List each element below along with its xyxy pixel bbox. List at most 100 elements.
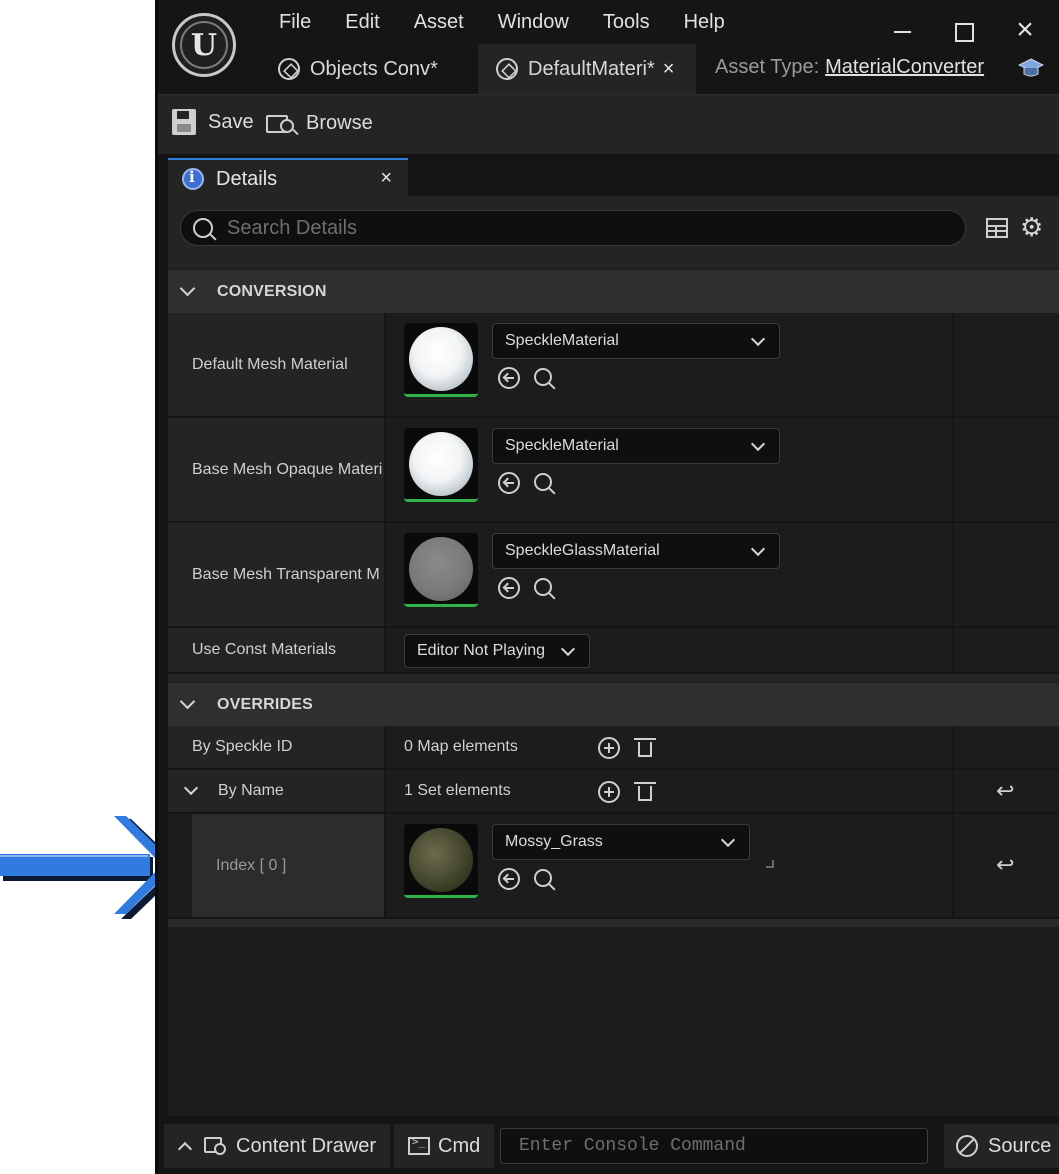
asset-type-label: Asset Type: MaterialConverter bbox=[715, 56, 985, 78]
property-name: Default Mesh Material bbox=[168, 313, 384, 416]
menu-tools[interactable]: Tools bbox=[586, 10, 667, 34]
tab-objects-converter[interactable]: Objects Conv * bbox=[272, 44, 477, 94]
maximize-button[interactable] bbox=[948, 16, 978, 46]
add-element-icon[interactable] bbox=[598, 781, 620, 803]
browse-to-asset-icon[interactable] bbox=[534, 368, 554, 388]
title-bar: U File Edit Asset Window Tools Help × Ob… bbox=[158, 0, 1059, 94]
property-row-by-speckle-id: By Speckle ID 0 Map elements bbox=[168, 726, 1059, 770]
use-selected-icon[interactable] bbox=[498, 472, 520, 494]
material-thumbnail[interactable] bbox=[404, 428, 478, 502]
material-combo[interactable]: Mossy_Grass bbox=[492, 824, 750, 860]
graduation-cap-icon[interactable] bbox=[1018, 56, 1044, 80]
trash-icon[interactable] bbox=[634, 780, 656, 802]
terminal-icon bbox=[408, 1135, 430, 1155]
menu-window[interactable]: Window bbox=[481, 10, 586, 34]
browse-button[interactable]: Browse bbox=[266, 109, 373, 137]
empty-area bbox=[168, 927, 1059, 1116]
menu-asset[interactable]: Asset bbox=[397, 10, 481, 34]
tab-default-material[interactable]: DefaultMateri * × bbox=[478, 44, 696, 94]
section-overrides[interactable]: OVERRIDES bbox=[168, 682, 1059, 726]
asset-type-link[interactable]: MaterialConverter bbox=[825, 56, 984, 78]
chevron-up-icon bbox=[177, 1141, 193, 1157]
property-name: By Speckle ID bbox=[168, 726, 384, 768]
tab-details[interactable]: Details × bbox=[168, 158, 408, 198]
property-name: Index [ 0 ] bbox=[192, 814, 384, 917]
info-icon bbox=[182, 168, 204, 190]
reset-to-default-icon[interactable]: ↩ bbox=[996, 852, 1014, 878]
details-tab-bar: Details × bbox=[158, 154, 1059, 198]
console-command-input[interactable]: Enter Console Command bbox=[500, 1128, 928, 1164]
element-count: 1 Set elements bbox=[404, 782, 511, 799]
chevron-down-icon bbox=[179, 693, 196, 710]
add-element-icon[interactable] bbox=[598, 737, 620, 759]
tab-label: DefaultMateri bbox=[528, 57, 647, 80]
annotation-arrow-icon bbox=[0, 816, 180, 919]
chevron-down-icon bbox=[183, 780, 199, 796]
table-view-icon[interactable] bbox=[986, 218, 1008, 238]
use-selected-icon[interactable] bbox=[498, 367, 520, 389]
menu-file[interactable]: File bbox=[262, 10, 328, 34]
gear-icon[interactable]: ⚙ bbox=[1020, 214, 1043, 240]
property-row-index-0: Index [ 0 ] Mossy_Grass ↩ bbox=[168, 814, 1059, 919]
trash-icon[interactable] bbox=[634, 736, 656, 758]
property-row-by-name: By Name 1 Set elements ↩ bbox=[168, 770, 1059, 814]
menu-help[interactable]: Help bbox=[667, 10, 742, 34]
section-conversion[interactable]: CONVERSION bbox=[168, 269, 1059, 313]
close-details-icon[interactable]: × bbox=[380, 167, 392, 190]
cmd-button[interactable]: Cmd bbox=[394, 1124, 494, 1168]
material-thumbnail[interactable] bbox=[404, 323, 478, 397]
browse-folder-icon bbox=[266, 109, 299, 137]
material-converter-window: U File Edit Asset Window Tools Help × Ob… bbox=[155, 0, 1059, 1174]
menu-bar: File Edit Asset Window Tools Help bbox=[262, 10, 742, 34]
property-name[interactable]: By Name bbox=[168, 770, 384, 812]
use-const-materials-combo[interactable]: Editor Not Playing bbox=[404, 634, 590, 668]
asset-icon bbox=[278, 58, 300, 80]
chevron-down-icon bbox=[750, 436, 766, 452]
tab-label: Objects Conv bbox=[310, 57, 431, 80]
save-icon bbox=[172, 109, 196, 135]
browse-to-asset-icon[interactable] bbox=[534, 578, 554, 598]
property-row-default-mesh-material: Default Mesh Material SpeckleMaterial bbox=[168, 313, 1059, 418]
browse-to-asset-icon[interactable] bbox=[534, 869, 554, 889]
property-row-base-mesh-opaque-material: Base Mesh Opaque Materi SpeckleMaterial bbox=[168, 418, 1059, 523]
property-name: Base Mesh Transparent M bbox=[168, 523, 384, 626]
search-bar bbox=[180, 210, 966, 246]
property-row-use-const-materials: Use Const Materials Editor Not Playing bbox=[168, 628, 1059, 674]
element-count: 0 Map elements bbox=[404, 738, 518, 755]
source-control-button[interactable]: Source bbox=[944, 1124, 1059, 1168]
search-icon bbox=[193, 218, 213, 238]
property-name: Use Const Materials bbox=[168, 628, 384, 672]
material-combo[interactable]: SpeckleMaterial bbox=[492, 323, 780, 359]
property-name: Base Mesh Opaque Materi bbox=[168, 418, 384, 521]
reset-to-default-icon[interactable]: ↩ bbox=[996, 778, 1014, 804]
chevron-down-icon bbox=[560, 641, 576, 657]
property-row-base-mesh-transparent-material: Base Mesh Transparent M SpeckleGlassMate… bbox=[168, 523, 1059, 628]
content-drawer-button[interactable]: Content Drawer bbox=[164, 1124, 390, 1168]
resize-grip-icon[interactable] bbox=[766, 860, 774, 868]
material-combo[interactable]: SpeckleGlassMaterial bbox=[492, 533, 780, 569]
close-window-button[interactable]: × bbox=[1010, 15, 1040, 46]
use-selected-icon[interactable] bbox=[498, 577, 520, 599]
search-input[interactable] bbox=[227, 216, 927, 240]
material-thumbnail[interactable] bbox=[404, 533, 478, 607]
divider bbox=[168, 919, 1059, 927]
save-button[interactable]: Save bbox=[172, 109, 254, 135]
tab-dirty-marker: * bbox=[430, 57, 438, 80]
asset-icon bbox=[496, 58, 518, 80]
chevron-down-icon bbox=[720, 832, 736, 848]
minimize-button[interactable] bbox=[888, 16, 918, 46]
material-thumbnail[interactable] bbox=[404, 824, 478, 898]
details-panel: ⚙ CONVERSION Default Mesh Material Speck… bbox=[168, 196, 1059, 1116]
unreal-logo-icon[interactable]: U bbox=[172, 13, 236, 77]
asset-toolbar: Save Browse bbox=[158, 94, 1059, 154]
chevron-down-icon bbox=[179, 280, 196, 297]
chevron-down-icon bbox=[750, 541, 766, 557]
content-drawer-icon bbox=[204, 1134, 230, 1158]
menu-edit[interactable]: Edit bbox=[328, 10, 396, 34]
material-combo[interactable]: SpeckleMaterial bbox=[492, 428, 780, 464]
close-tab-icon[interactable]: × bbox=[663, 58, 675, 81]
chevron-down-icon bbox=[750, 331, 766, 347]
use-selected-icon[interactable] bbox=[498, 868, 520, 890]
browse-to-asset-icon[interactable] bbox=[534, 473, 554, 493]
status-bar: Content Drawer Cmd Enter Console Command… bbox=[158, 1118, 1059, 1174]
